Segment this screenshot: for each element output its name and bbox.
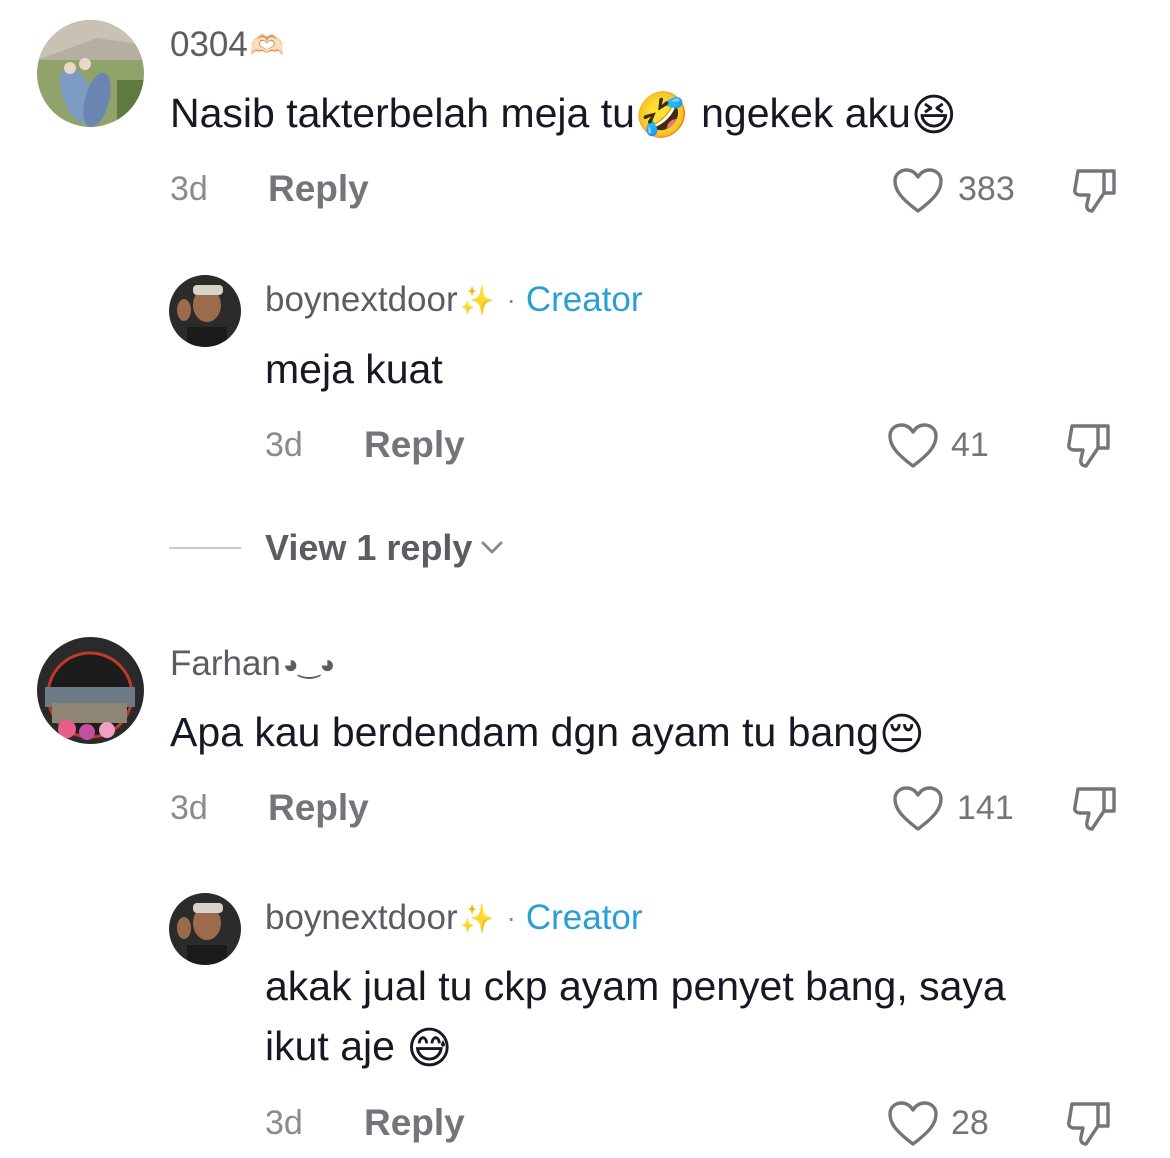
reply-username[interactable]: boynextdoor ✨ · Creator: [265, 898, 643, 938]
like-count: 141: [957, 789, 1014, 827]
creator-avatar[interactable]: [169, 275, 241, 347]
like-button[interactable]: [890, 164, 946, 218]
like-count: 41: [951, 426, 989, 464]
thumbs-down-icon: [1073, 787, 1116, 831]
comment-text: Apa kau berdendam dgn ayam tu bang😔: [170, 703, 925, 764]
comment-text: Nasib takterbelah meja tu🤣 ngekek aku😆: [170, 84, 957, 145]
like-button[interactable]: [885, 419, 941, 473]
creator-badge: Creator: [525, 280, 643, 319]
like-button[interactable]: [885, 1097, 941, 1151]
separator-dot: ·: [506, 902, 516, 933]
sparkles-emoji: ✨: [459, 902, 495, 934]
avatar[interactable]: [37, 20, 144, 127]
sparkles-emoji: ✨: [459, 284, 495, 316]
reply-button[interactable]: Reply: [268, 787, 369, 829]
view-replies-label[interactable]: View 1 reply: [265, 527, 472, 569]
username-text[interactable]: boynextdoor: [265, 280, 458, 320]
reply-button[interactable]: Reply: [364, 1102, 465, 1144]
like-count: 383: [958, 170, 1015, 208]
thumbs-down-icon: [1067, 1102, 1110, 1146]
username-text[interactable]: Farhan: [170, 644, 281, 684]
heart-outline-icon: [888, 1101, 938, 1146]
thumbs-down-icon: [1073, 169, 1116, 213]
creator-badge: Creator: [525, 898, 643, 937]
reply-text-line: ikut aje 😅: [265, 1017, 452, 1078]
comment-text-part: ngekek aku: [689, 90, 911, 136]
thumbs-down-icon: [1067, 424, 1110, 468]
pensive-emoji: 😔: [878, 710, 925, 760]
reply-time: 3d: [265, 1104, 303, 1142]
chevron-down-icon: [481, 541, 503, 554]
heart-outline-icon: [888, 423, 938, 468]
dislike-button[interactable]: [1068, 782, 1124, 836]
heart-outline-icon: [893, 786, 943, 831]
heart-outline-icon: [893, 168, 943, 213]
divider-line: [169, 547, 241, 549]
reply-text-part: ikut aje: [265, 1023, 407, 1069]
dislike-button[interactable]: [1062, 1097, 1118, 1151]
reply-username[interactable]: boynextdoor ✨ · Creator: [265, 280, 643, 320]
comment-username[interactable]: Farhan ◕‿◕: [170, 644, 335, 684]
reply-time: 3d: [265, 426, 303, 464]
separator-dot: ·: [506, 284, 516, 315]
face-deco: ◕‿◕: [282, 648, 336, 679]
reply-text: meja kuat: [265, 346, 443, 392]
avatar[interactable]: [37, 637, 144, 744]
reply-text-line: akak jual tu ckp ayam penyet bang, saya: [265, 963, 1006, 1009]
comment-time: 3d: [170, 789, 208, 827]
reply-button[interactable]: Reply: [268, 168, 369, 210]
comment-text-part: Nasib takterbelah meja tu: [170, 90, 635, 136]
reply-button[interactable]: Reply: [364, 424, 465, 466]
dislike-button[interactable]: [1068, 164, 1124, 218]
username-text[interactable]: boynextdoor: [265, 898, 458, 938]
heart-hands-emoji: 🫶🏻: [249, 29, 285, 61]
laughing-emoji: 😆: [910, 91, 957, 141]
comment-text-part: Apa kau berdendam dgn ayam tu bang: [170, 709, 879, 755]
like-button[interactable]: [890, 782, 946, 836]
grinning-sweat-emoji: 😅: [406, 1024, 453, 1074]
username-text[interactable]: 0304: [170, 25, 248, 65]
dislike-button[interactable]: [1062, 419, 1118, 473]
comment-time: 3d: [170, 170, 208, 208]
creator-avatar[interactable]: [169, 893, 241, 965]
rofl-emoji: 🤣: [634, 91, 690, 141]
comment-username[interactable]: 0304 🫶🏻: [170, 25, 285, 65]
view-replies-button[interactable]: View 1 reply: [265, 527, 506, 569]
like-count: 28: [951, 1104, 989, 1142]
